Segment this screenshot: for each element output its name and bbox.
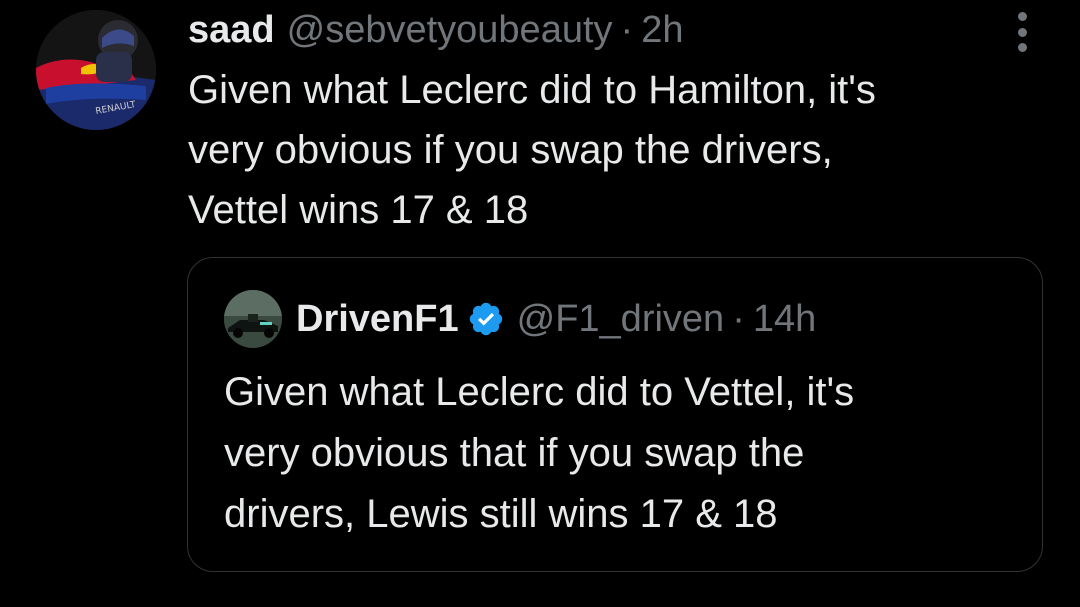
separator-dot: · — [620, 9, 634, 51]
quoted-author-avatar[interactable] — [224, 290, 282, 348]
author-display-name[interactable]: saad — [188, 6, 275, 54]
race-driver-avatar-icon: RENAULT — [36, 10, 156, 130]
verified-badge-icon — [469, 302, 502, 336]
separator-dot: · — [732, 298, 745, 340]
tweet-timestamp[interactable]: 2h — [641, 6, 683, 54]
author-avatar[interactable]: RENAULT — [36, 10, 156, 130]
quoted-tweet-text: Given what Leclerc did to Vettel, it's v… — [224, 370, 855, 536]
more-dot — [1017, 12, 1027, 21]
quoted-tweet-header: DrivenF1 @F1_driven · 14h — [296, 294, 816, 344]
quoted-tweet-timestamp[interactable]: 14h — [753, 294, 816, 344]
quoted-author-handle[interactable]: @F1_driven — [517, 294, 725, 344]
quoted-author-display-name[interactable]: DrivenF1 — [296, 294, 459, 344]
race-car-avatar-icon — [224, 290, 282, 348]
author-handle[interactable]: @sebvetyoubeauty — [287, 6, 613, 54]
more-dot — [1017, 43, 1027, 52]
tweet[interactable]: RENAULT saad @sebvetyoubeauty · 2h Given… — [0, 0, 1080, 607]
more-options-icon[interactable] — [1010, 12, 1034, 52]
tweet-text: Given what Leclerc did to Hamilton, it's… — [188, 68, 876, 232]
tweet-header: saad @sebvetyoubeauty · 2h — [188, 6, 683, 54]
quoted-tweet[interactable]: DrivenF1 @F1_driven · 14h Given what Lec… — [187, 257, 1043, 572]
more-dot — [1017, 27, 1027, 37]
